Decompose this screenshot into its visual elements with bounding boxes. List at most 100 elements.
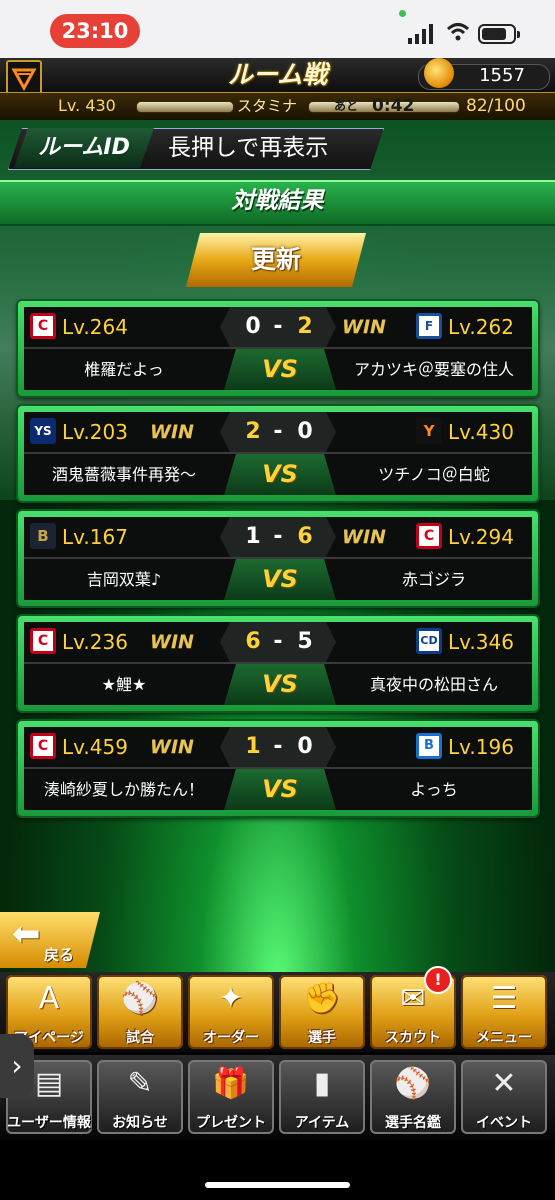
- match-button[interactable]: ⚾ 試合: [97, 975, 183, 1049]
- room-id-value[interactable]: 長押しで再表示: [168, 128, 368, 168]
- vs-label: VS: [262, 565, 298, 593]
- right-score: 2: [297, 314, 313, 339]
- left-player-level: Lv.264: [62, 315, 128, 339]
- vs-label: VS: [262, 355, 298, 383]
- left-score: 2: [245, 419, 261, 444]
- update-button-label[interactable]: 更新: [186, 233, 366, 287]
- left-win-label: WIN: [150, 421, 194, 443]
- nav-label: イベント: [476, 1115, 532, 1131]
- match-card-body: C Lv.264 0 - 2 WIN F Lv.262 椎羅だよっ VS アカツ…: [24, 307, 532, 390]
- match-card-body: YS Lv.203 WIN 2 - 0 Y Lv.430 酒鬼薔薇事件再発〜 V…: [24, 412, 532, 495]
- score-dash: -: [273, 419, 283, 444]
- match-card-body: C Lv.459 WIN 1 - 0 B Lv.196 湊崎紗夏しか勝たん！ V…: [24, 727, 532, 810]
- vs-label: VS: [262, 460, 298, 488]
- left-team-logo-icon: B: [30, 523, 56, 549]
- right-player-name: よっち: [410, 780, 458, 799]
- right-player-name: 赤ゴジラ: [401, 570, 466, 589]
- book-icon: ⚾: [394, 1066, 432, 1101]
- stamina-label: スタミナ: [237, 97, 298, 115]
- vs-label: VS: [262, 775, 298, 803]
- menu-icon: ☰: [490, 981, 518, 1016]
- player-book-button[interactable]: ⚾ 選手名鑑: [370, 1060, 456, 1134]
- right-player-name: アカツキ＠要塞の住人: [353, 360, 514, 379]
- results-title: 対戦結果: [231, 188, 324, 214]
- nav-label: 試合: [126, 1030, 154, 1046]
- back-arrow-icon[interactable]: ⬅: [12, 914, 41, 954]
- score-dash: -: [273, 734, 283, 759]
- left-score: 1: [245, 524, 261, 549]
- level-progress-bar: [136, 101, 234, 113]
- left-score: 1: [245, 734, 261, 759]
- match-card[interactable]: C Lv.236 WIN 6 - 5 CD Lv.346 ★鯉★ VS 真夜中の…: [18, 616, 538, 711]
- status-time: 23:10: [50, 14, 140, 48]
- left-win-label: WIN: [150, 736, 194, 758]
- nav-label: メニュー: [476, 1030, 532, 1046]
- left-player-name: 酒鬼薔薇事件再発〜: [51, 465, 196, 484]
- side-drawer-handle[interactable]: ›: [0, 1034, 34, 1098]
- page-title: ルーム戦: [227, 60, 328, 89]
- camera-indicator-icon: [399, 10, 406, 17]
- logo-icon[interactable]: [6, 60, 42, 96]
- right-score: 0: [297, 419, 313, 444]
- score-dash: -: [273, 314, 283, 339]
- home-indicator[interactable]: [205, 1182, 350, 1188]
- event-icon: ✕: [491, 1066, 517, 1101]
- nav-label: オーダー: [203, 1030, 259, 1046]
- stamina-timer: 0:42: [372, 96, 415, 116]
- back-button-label[interactable]: 戻る: [44, 944, 74, 965]
- player-button[interactable]: ✊ 選手: [279, 975, 365, 1049]
- nav-label: ユーザー情報: [7, 1115, 91, 1131]
- match-card[interactable]: YS Lv.203 WIN 2 - 0 Y Lv.430 酒鬼薔薇事件再発〜 V…: [18, 406, 538, 501]
- right-team-logo-icon: C: [416, 523, 442, 549]
- match-card[interactable]: C Lv.264 0 - 2 WIN F Lv.262 椎羅だよっ VS アカツ…: [18, 301, 538, 396]
- item-button[interactable]: ▮ アイテム: [279, 1060, 365, 1134]
- nav-label: スカウト: [385, 1030, 441, 1046]
- left-win-label: WIN: [150, 631, 194, 653]
- left-team-logo-icon: C: [30, 313, 56, 339]
- left-player-level: Lv.167: [62, 525, 128, 549]
- present-button[interactable]: 🎁 プレゼント: [188, 1060, 274, 1134]
- match-card[interactable]: B Lv.167 1 - 6 WIN C Lv.294 吉岡双葉♪ VS 赤ゴジ…: [18, 511, 538, 606]
- coin-icon: [424, 58, 454, 88]
- event-button[interactable]: ✕ イベント: [461, 1060, 547, 1134]
- item-icon: ▮: [313, 1066, 331, 1101]
- menu-button[interactable]: ☰ メニュー: [461, 975, 547, 1049]
- nav-label: プレゼント: [196, 1115, 266, 1131]
- left-score: 0: [245, 314, 261, 339]
- player-level: Lv. 430: [58, 96, 116, 115]
- score-dash: -: [273, 629, 283, 654]
- news-button[interactable]: ✎ お知らせ: [97, 1060, 183, 1134]
- coin-count: 1557: [479, 65, 525, 86]
- remaining-label: あと: [334, 99, 359, 113]
- right-player-level: Lv.430: [448, 420, 514, 444]
- right-team-logo-icon: B: [416, 733, 442, 759]
- left-team-logo-icon: YS: [30, 418, 56, 444]
- right-team-logo-icon: F: [416, 313, 442, 339]
- right-win-label: WIN: [342, 526, 386, 548]
- news-icon: ✎: [127, 1066, 153, 1101]
- nav-label: 選手名鑑: [385, 1115, 441, 1131]
- home-icon: A: [38, 981, 60, 1016]
- wifi-icon: [446, 23, 470, 41]
- right-team-logo-icon: CD: [416, 628, 442, 654]
- gift-icon: 🎁: [212, 1066, 250, 1101]
- order-icon: ✦: [218, 981, 244, 1016]
- right-team-logo-icon: Y: [416, 418, 442, 444]
- left-player-name: 椎羅だよっ: [84, 360, 164, 379]
- stadium-icon: ⚾: [121, 981, 159, 1016]
- vs-label: VS: [262, 670, 298, 698]
- match-card[interactable]: C Lv.459 WIN 1 - 0 B Lv.196 湊崎紗夏しか勝たん！ V…: [18, 721, 538, 816]
- left-player-name: ★鯉★: [101, 675, 147, 694]
- left-player-name: 湊崎紗夏しか勝たん！: [43, 780, 204, 799]
- right-player-level: Lv.346: [448, 630, 514, 654]
- match-card-body: C Lv.236 WIN 6 - 5 CD Lv.346 ★鯉★ VS 真夜中の…: [24, 622, 532, 705]
- nav-label: 選手: [308, 1030, 336, 1046]
- left-team-logo-icon: C: [30, 733, 56, 759]
- stamina-value: 82/100: [466, 96, 526, 116]
- left-player-name: 吉岡双葉♪: [86, 570, 162, 589]
- score-dash: -: [273, 524, 283, 549]
- cellular-signal-icon: [408, 24, 433, 44]
- order-button[interactable]: ✦ オーダー: [188, 975, 274, 1049]
- right-score: 5: [297, 629, 313, 654]
- right-score: 6: [297, 524, 313, 549]
